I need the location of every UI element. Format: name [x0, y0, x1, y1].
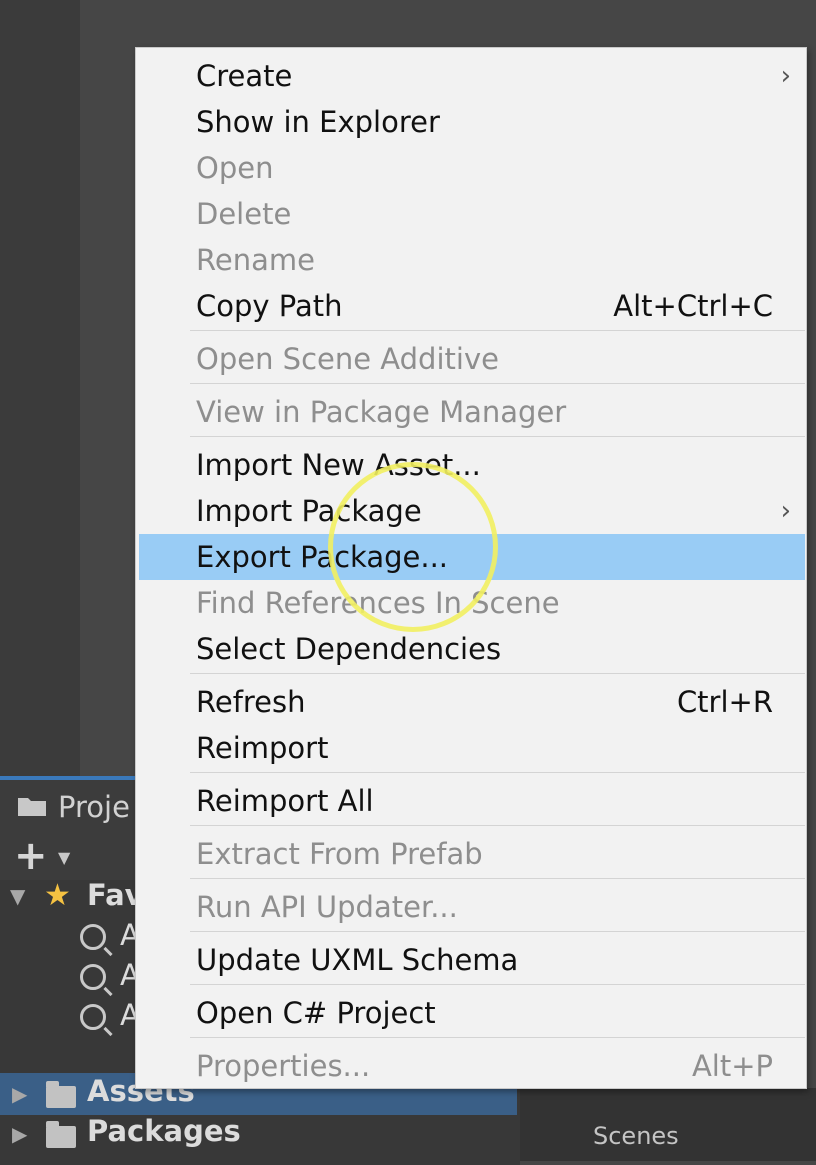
menu-separator — [190, 984, 805, 985]
scenes-panel: Scenes — [520, 1088, 816, 1161]
menu-separator — [190, 825, 805, 826]
menu-item-label: Open C# Project — [196, 996, 436, 1030]
menu-item-label: Select Dependencies — [196, 632, 502, 666]
menu-separator — [190, 383, 805, 384]
menu-separator — [190, 436, 805, 437]
expand-triangle-icon[interactable]: ▶ — [12, 1082, 27, 1106]
menu-item-create[interactable]: Create › — [139, 53, 805, 99]
menu-item-label: Create — [196, 59, 293, 93]
menu-item-label: Open Scene Additive — [196, 342, 499, 376]
menu-item-import-new-asset[interactable]: Import New Asset... — [139, 442, 805, 488]
menu-item-open[interactable]: Open — [139, 145, 805, 191]
folder-icon — [46, 1081, 76, 1108]
plus-icon[interactable]: + — [14, 836, 48, 876]
editor-left-strip — [0, 0, 80, 776]
folder-icon — [46, 1121, 76, 1148]
menu-item-view-in-package-manager[interactable]: View in Package Manager — [139, 389, 805, 435]
folder-icon — [18, 798, 46, 816]
menu-item-label: View in Package Manager — [196, 395, 567, 429]
menu-item-label: Refresh — [196, 685, 306, 719]
menu-item-label: Delete — [196, 197, 292, 231]
menu-item-run-api-updater[interactable]: Run API Updater... — [139, 884, 805, 930]
menu-separator — [190, 1037, 805, 1038]
menu-item-delete[interactable]: Delete — [139, 191, 805, 237]
menu-item-label: Run API Updater... — [196, 890, 458, 924]
menu-separator — [190, 772, 805, 773]
menu-item-label: Update UXML Schema — [196, 943, 519, 977]
menu-item-reimport[interactable]: Reimport — [139, 725, 805, 771]
menu-item-select-dependencies[interactable]: Select Dependencies — [139, 626, 805, 672]
search-icon — [80, 964, 106, 990]
menu-item-refresh[interactable]: Refresh Ctrl+R — [139, 679, 805, 725]
menu-item-label: Extract From Prefab — [196, 837, 483, 871]
menu-item-open-csharp-project[interactable]: Open C# Project — [139, 990, 805, 1036]
star-icon: ★ — [44, 878, 71, 913]
menu-separator — [190, 330, 805, 331]
chevron-right-icon: › — [780, 496, 791, 526]
scenes-label: Scenes — [593, 1122, 679, 1150]
menu-item-shortcut: Alt+Ctrl+C — [613, 289, 773, 323]
packages-folder-label[interactable]: Packages — [87, 1114, 241, 1148]
menu-item-label: Reimport All — [196, 784, 374, 818]
menu-item-label: Show in Explorer — [196, 105, 440, 139]
menu-item-label: Copy Path — [196, 289, 343, 323]
menu-item-label: Open — [196, 151, 274, 185]
menu-separator — [190, 931, 805, 932]
project-tab-label: Proje — [58, 790, 130, 824]
cursor-highlight-ring — [328, 462, 498, 632]
menu-item-extract-from-prefab[interactable]: Extract From Prefab — [139, 831, 805, 877]
project-tab[interactable]: Proje — [0, 780, 150, 828]
expand-triangle-icon[interactable]: ▼ — [10, 884, 25, 908]
menu-item-open-scene-additive[interactable]: Open Scene Additive — [139, 336, 805, 382]
menu-item-label: Properties... — [196, 1049, 371, 1083]
menu-item-label: Reimport — [196, 731, 329, 765]
menu-separator — [190, 673, 805, 674]
menu-item-show-in-explorer[interactable]: Show in Explorer — [139, 99, 805, 145]
menu-item-reimport-all[interactable]: Reimport All — [139, 778, 805, 824]
menu-separator — [190, 878, 805, 879]
menu-item-copy-path[interactable]: Copy Path Alt+Ctrl+C — [139, 283, 805, 329]
menu-item-rename[interactable]: Rename — [139, 237, 805, 283]
expand-triangle-icon[interactable]: ▶ — [12, 1122, 27, 1146]
menu-item-shortcut: Alt+P — [691, 1049, 773, 1083]
chevron-down-icon[interactable]: ▼ — [58, 848, 70, 867]
menu-item-properties[interactable]: Properties... Alt+P — [139, 1043, 805, 1089]
search-icon — [80, 1004, 106, 1030]
menu-item-shortcut: Ctrl+R — [676, 685, 773, 719]
search-icon — [80, 924, 106, 950]
chevron-right-icon: › — [780, 61, 791, 91]
menu-item-update-uxml-schema[interactable]: Update UXML Schema — [139, 937, 805, 983]
menu-item-label: Rename — [196, 243, 315, 277]
